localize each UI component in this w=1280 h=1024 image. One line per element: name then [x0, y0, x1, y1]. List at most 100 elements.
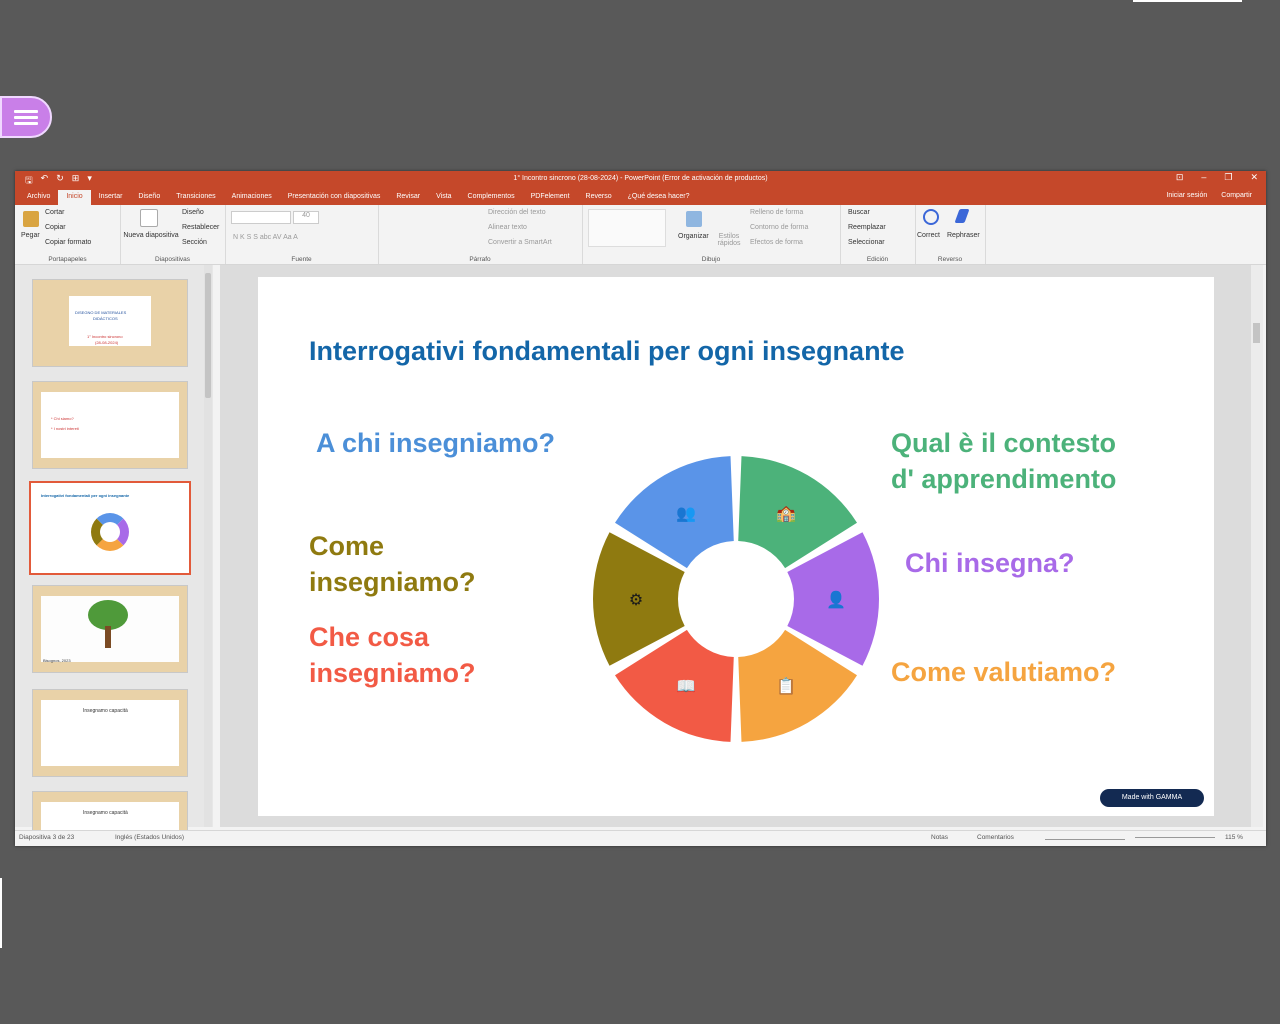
group-label: Reverso [937, 256, 963, 263]
tab-reverso[interactable]: Reverso [578, 193, 620, 205]
layout-button[interactable]: Diseño [182, 209, 204, 216]
text-direction-button[interactable]: Dirección del texto [488, 209, 546, 216]
tab-revisar[interactable]: Revisar [388, 193, 428, 205]
replace-button[interactable]: Reemplazar [848, 224, 886, 231]
slide-thumbnail-2[interactable]: 2 * Chi siamo? * I nostri intereti [32, 381, 188, 469]
zoom-slider[interactable] [1135, 837, 1215, 838]
shape-outline-button[interactable]: Contorno de forma [750, 224, 808, 231]
tab-transiciones[interactable]: Transiciones [168, 193, 223, 205]
tab-presentacion[interactable]: Presentación con diapositivas [280, 193, 389, 205]
left-edge-line [0, 878, 2, 948]
question-line: insegniamo? [309, 567, 476, 597]
new-slide-icon[interactable] [140, 209, 158, 227]
question-line: d' apprendimento [891, 464, 1117, 494]
hamburger-icon [14, 107, 38, 128]
tab-vista[interactable]: Vista [428, 193, 459, 205]
correct-icon[interactable] [923, 209, 939, 225]
tab-animaciones[interactable]: Animaciones [224, 193, 280, 205]
thumb-text: 1° Incontro sincrono [87, 334, 123, 339]
question-how-we-evaluate: Come valutiamo? [891, 657, 1117, 687]
format-painter-button[interactable]: Copiar formato [45, 239, 91, 246]
thumb-ring [91, 513, 129, 551]
thumb-text: Insegnamo capacità [83, 810, 128, 816]
ring-center [684, 547, 788, 651]
comments-button[interactable]: Comentarios [977, 834, 1014, 841]
slide-thumbnail-6[interactable]: 6 Insegnamo capacità [32, 791, 188, 831]
copy-button[interactable]: Copiar [45, 224, 66, 231]
tell-me-search[interactable]: ¿Qué desea hacer? [620, 193, 698, 205]
tab-pdfelement[interactable]: PDFelement [523, 193, 578, 205]
align-text-button[interactable]: Alinear texto [488, 224, 527, 231]
restore-button[interactable]: ❐ [1224, 172, 1232, 183]
sign-in-link[interactable]: Iniciar sesión [1166, 192, 1207, 199]
new-slide-button[interactable]: Nueva diapositiva [122, 232, 180, 239]
slide-thumbnail-5[interactable]: 5 Insegnamo capacità [32, 689, 188, 777]
paste-icon[interactable] [23, 211, 39, 227]
top-edge-line [1133, 0, 1242, 2]
ribbon-tabs: Archivo Inicio Insertar Diseño Transicio… [15, 187, 1266, 205]
select-button[interactable]: Seleccionar [848, 239, 885, 246]
powerpoint-window: 🖫 ↶ ↻ ⊞ ▾ 1° Incontro sincrono (28-08-20… [15, 171, 1266, 846]
tab-insertar[interactable]: Insertar [91, 193, 131, 205]
thumbnails-scrollbar[interactable] [204, 265, 212, 827]
hamburger-menu-button[interactable] [0, 96, 52, 138]
correct-button[interactable]: Correct [917, 232, 940, 239]
tab-complementos[interactable]: Complementos [460, 193, 523, 205]
rephrase-button[interactable]: Rephraser [947, 232, 980, 239]
shape-effects-button[interactable]: Efectos de forma [750, 239, 803, 246]
title-bar: 🖫 ↶ ↻ ⊞ ▾ 1° Incontro sincrono (28-08-20… [15, 171, 1266, 187]
thumb-text: (28-08-2024) [95, 340, 119, 345]
smartart-button[interactable]: Convertir a SmartArt [488, 239, 552, 246]
gear-code-icon: ⚙ [629, 590, 643, 609]
notes-button[interactable]: Notas [931, 834, 948, 841]
shape-fill-button[interactable]: Relleno de forma [750, 209, 803, 216]
font-size-field[interactable]: 40 [293, 211, 319, 224]
made-with-gamma-badge[interactable]: Made with GAMMA [1100, 789, 1204, 807]
slide-thumbnail-4[interactable]: 4 Bisognos, 2023 [32, 585, 188, 673]
group-edicion: Buscar Reemplazar Seleccionar Edición [840, 205, 916, 264]
thumb-text: DISEGNO DE MATERIALES [75, 310, 127, 315]
segmented-ring-diagram: 👥 🏫 👤 📋 📖 ⚙ [593, 456, 879, 742]
group-dibujo: Organizar Estilos rápidos Relleno de for… [582, 205, 841, 264]
thumb-text: DIDÁCTICOS [93, 316, 118, 321]
question-how-we-teach: Come insegniamo? [309, 528, 476, 600]
arrange-icon[interactable] [686, 211, 702, 227]
slide-thumbnail-3[interactable]: 3 Interrogativi fondamentali per ogni in… [29, 481, 191, 575]
reset-button[interactable]: Restablecer [182, 224, 219, 231]
thumb-text: Interrogativi fondamentali per ogni inse… [41, 493, 130, 498]
language-indicator[interactable]: Inglés (Estados Unidos) [115, 834, 184, 841]
font-format-buttons[interactable]: N K S S abc AV Aa A [233, 234, 298, 241]
tab-archivo[interactable]: Archivo [19, 193, 58, 205]
paste-button[interactable]: Pegar [21, 232, 40, 239]
tab-diseno[interactable]: Diseño [130, 193, 168, 205]
share-button[interactable]: Compartir [1221, 192, 1252, 199]
current-slide[interactable]: Interrogativi fondamentali per ogni inse… [258, 277, 1214, 816]
group-label: Párrafo [469, 256, 491, 263]
minimize-button[interactable]: – [1201, 172, 1206, 183]
editor-scrollbar[interactable] [1251, 265, 1263, 827]
zoom-level[interactable]: 115 % [1225, 834, 1243, 841]
cut-button[interactable]: Cortar [45, 209, 64, 216]
school-icon: 🏫 [776, 503, 796, 522]
slide-thumbnails-pane: 1 DISEGNO DE MATERIALES DIDÁCTICOS 1° In… [15, 265, 213, 831]
arrange-button[interactable]: Organizar [678, 233, 709, 240]
question-line: Come [309, 531, 385, 561]
group-portapapeles: Pegar Cortar Copiar Copiar formato Porta… [15, 205, 121, 264]
group-diapositivas: Nueva diapositiva Diseño Restablecer Sec… [120, 205, 226, 264]
group-icon: 👥 [676, 503, 696, 522]
find-button[interactable]: Buscar [848, 209, 870, 216]
shapes-gallery[interactable] [588, 209, 666, 247]
book-icon: 📖 [676, 677, 696, 696]
tab-inicio[interactable]: Inicio [58, 190, 91, 205]
ribbon-display-icon[interactable]: ⊡ [1176, 172, 1184, 183]
close-button[interactable]: ✕ [1250, 172, 1258, 183]
thumb-text: Bisognos, 2023 [43, 658, 71, 663]
font-name-field[interactable] [231, 211, 291, 224]
section-button[interactable]: Sección [182, 239, 207, 246]
slide-thumbnail-1[interactable]: 1 DISEGNO DE MATERIALES DIDÁCTICOS 1° In… [32, 279, 188, 367]
view-buttons[interactable] [1045, 834, 1125, 840]
group-label: Edición [866, 256, 889, 263]
quick-styles-button[interactable]: Estilos rápidos [714, 233, 744, 247]
slide-counter: Diapositiva 3 de 23 [19, 834, 75, 841]
rephrase-icon[interactable] [954, 209, 970, 223]
